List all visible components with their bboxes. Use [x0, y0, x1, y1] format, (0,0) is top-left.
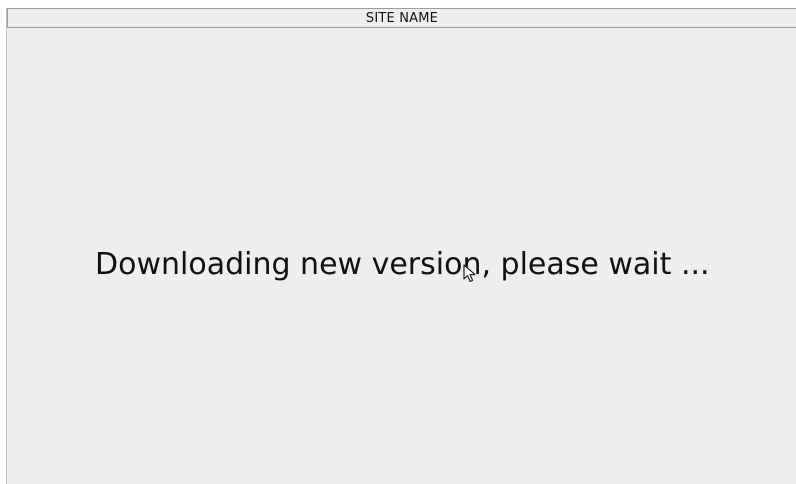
main-content: Downloading new version, please wait ... [7, 28, 796, 484]
app-window: SITE NAME Downloading new version, pleas… [6, 8, 796, 484]
site-name-title: SITE NAME [365, 10, 439, 26]
mouse-pointer-icon [463, 264, 476, 283]
title-bar: SITE NAME [7, 8, 796, 28]
download-status-message: Downloading new version, please wait ... [95, 247, 710, 282]
